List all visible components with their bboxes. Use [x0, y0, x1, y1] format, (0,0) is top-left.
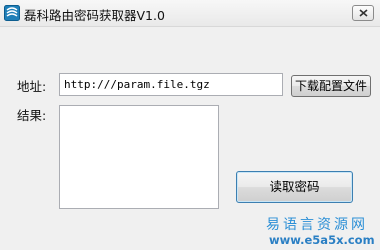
title-bar[interactable]: 磊科路由密码获取器V1.0 — [0, 0, 380, 27]
download-config-button[interactable]: 下载配置文件 — [291, 75, 371, 97]
close-icon — [359, 9, 368, 17]
app-icon — [4, 5, 20, 21]
address-input[interactable] — [59, 73, 283, 96]
window-title: 磊科路由密码获取器V1.0 — [24, 8, 165, 23]
result-label: 结果: — [17, 108, 47, 123]
main-window: 磊科路由密码获取器V1.0 地址: 下载配置文件 结果: 读取密码 易语言资源网… — [0, 0, 380, 250]
read-password-button[interactable]: 读取密码 — [236, 171, 353, 203]
close-button[interactable] — [352, 5, 374, 21]
watermark-site-name: 易语言资源网 — [266, 217, 368, 233]
result-textarea[interactable] — [59, 105, 219, 209]
watermark-url: www.e5a5x.com — [269, 233, 375, 247]
address-label: 地址: — [17, 79, 47, 94]
